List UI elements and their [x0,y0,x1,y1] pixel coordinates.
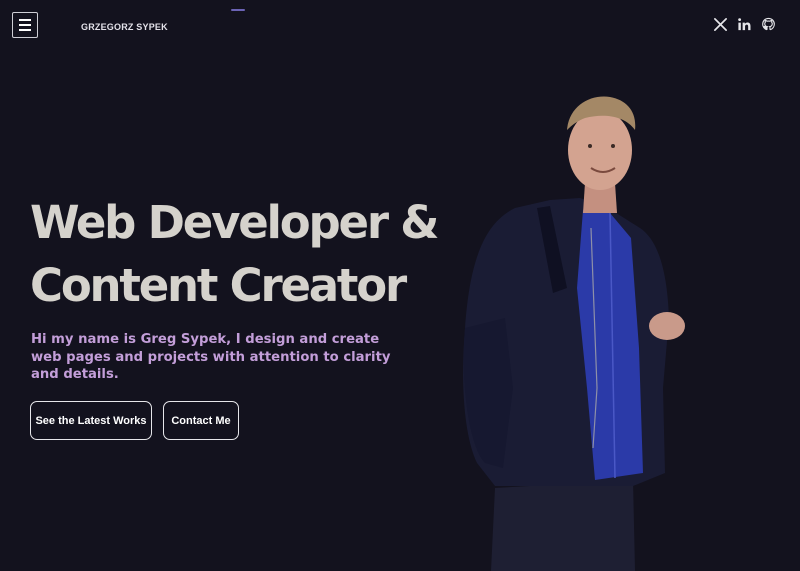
headline-line-2: Content Creator [30,259,407,312]
x-twitter-icon[interactable] [713,17,728,32]
headline-line-1: Web Developer & [30,196,440,249]
hamburger-line [19,24,31,26]
face [568,110,632,190]
hero-headline: Web Developer & Content Creator [30,191,440,317]
github-icon[interactable] [761,17,776,32]
latest-works-button[interactable]: See the Latest Works [30,401,152,440]
hero-intro: Hi my name is Greg Sypek, I design and c… [31,332,391,382]
nav-indicator [231,9,245,11]
hamburger-menu-icon [19,19,31,21]
hand [649,312,685,340]
trousers [491,480,635,571]
linkedin-icon[interactable] [737,17,752,32]
hamburger-line [19,29,31,31]
portrait-photo [463,96,685,571]
contact-me-button[interactable]: Contact Me [163,401,239,440]
menu-button[interactable] [12,12,38,38]
site-brand[interactable]: GRZEGORZ SYPEK [81,22,168,32]
social-links [713,17,776,32]
